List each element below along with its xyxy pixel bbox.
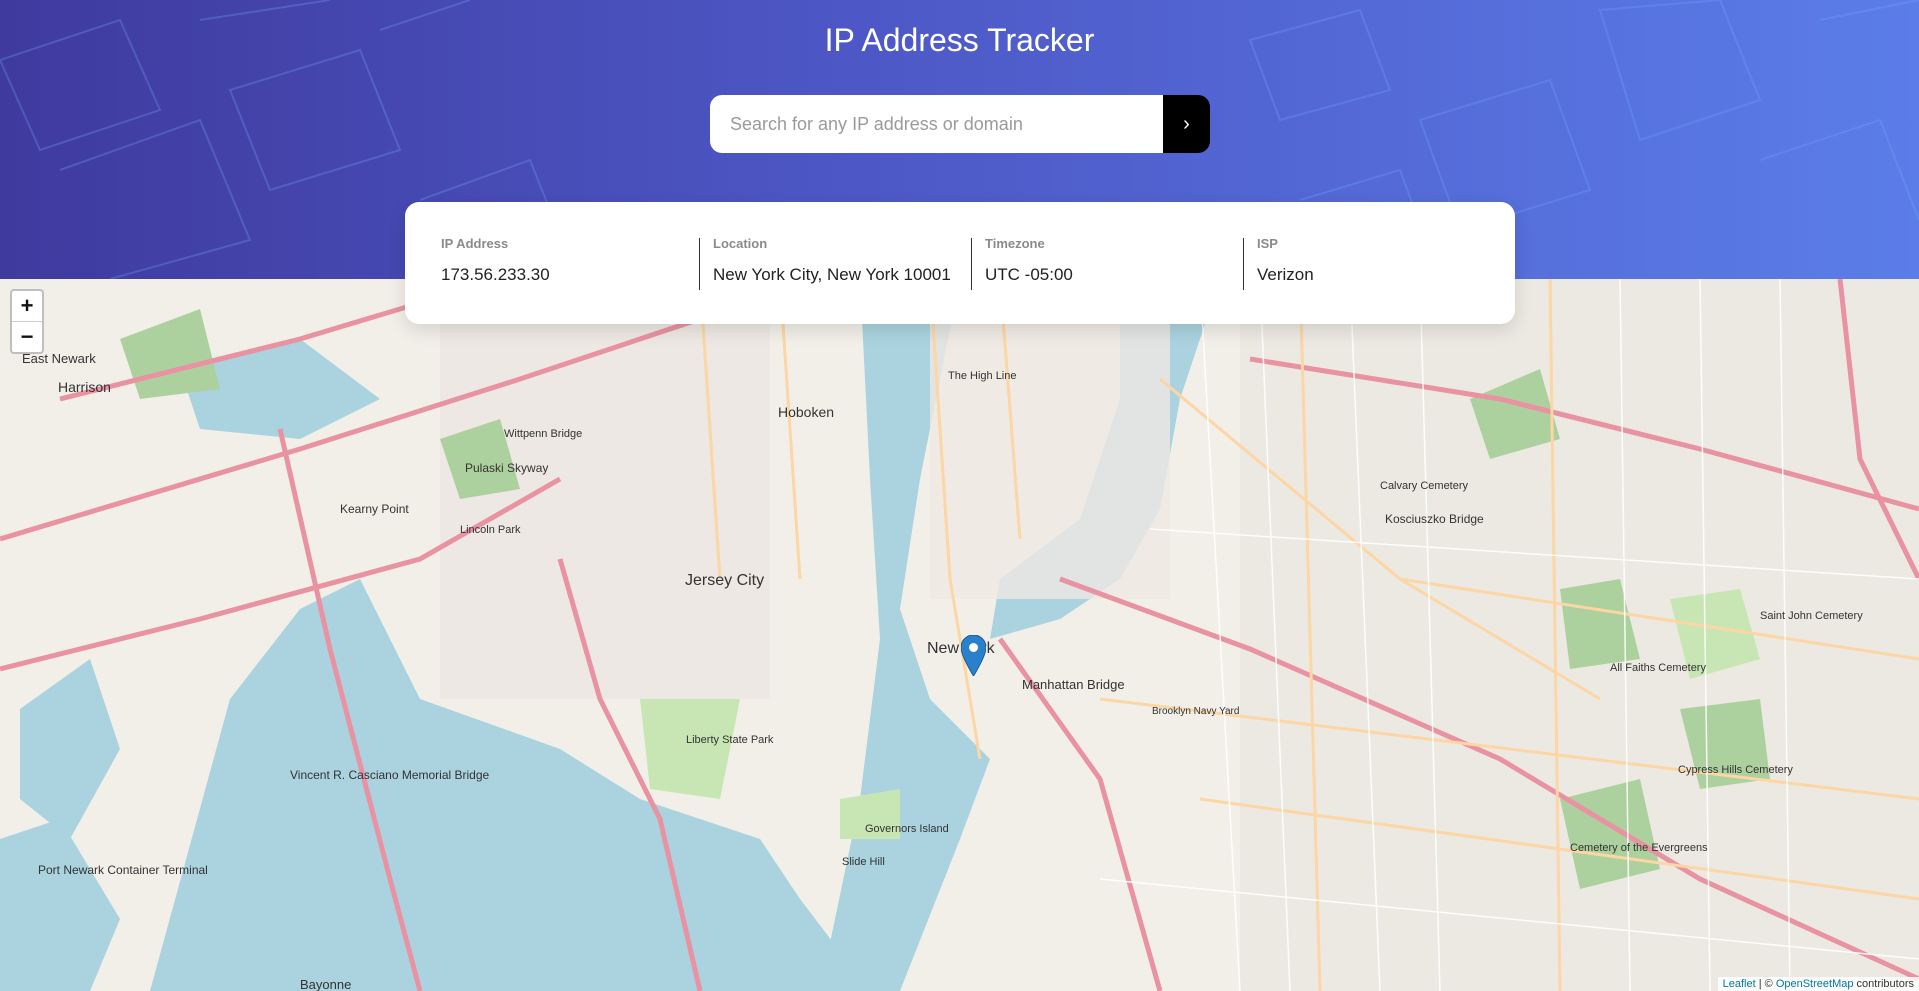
- map-attribution: Leaflet | © OpenStreetMap contributors: [1717, 977, 1919, 991]
- map-label-lincoln: Lincoln Park: [460, 524, 521, 536]
- isp-value: Verizon: [1257, 265, 1314, 284]
- map-label-vincent: Vincent R. Casciano Memorial Bridge: [290, 768, 490, 782]
- ip-label: IP Address: [441, 236, 509, 251]
- search-button[interactable]: ›: [1163, 95, 1210, 153]
- map-label-wittpenn: Wittpenn Bridge: [504, 428, 582, 440]
- map-label-port-newark: Port Newark Container Terminal: [38, 863, 208, 877]
- timezone-label: Timezone: [985, 236, 1045, 251]
- location-marker-icon[interactable]: [961, 635, 986, 676]
- map-label-pulaski: Pulaski Skyway: [465, 461, 548, 475]
- map-label-bayonne: Bayonne: [300, 977, 351, 991]
- map-label-manhattan-bridge: Manhattan Bridge: [1022, 677, 1125, 692]
- map-label-governors: Governors Island: [865, 823, 949, 835]
- page-title: IP Address Tracker: [824, 22, 1095, 58]
- openstreetmap-link[interactable]: OpenStreetMap: [1776, 978, 1854, 990]
- location-label: Location: [713, 236, 768, 251]
- map-label-all-faiths: All Faiths Cemetery: [1610, 662, 1706, 674]
- ip-value: 173.56.233.30: [441, 265, 550, 284]
- map-label-calvary: Calvary Cemetery: [1380, 480, 1469, 492]
- map-label-kosciuszko: Kosciuszko Bridge: [1385, 512, 1484, 526]
- ip-cell: IP Address 173.56.233.30: [405, 202, 699, 324]
- map-label-liberty: Liberty State Park: [686, 734, 774, 746]
- attribution-suffix: contributors: [1853, 978, 1914, 990]
- map[interactable]: East Newark Harrison Hoboken Jersey City…: [0, 279, 1919, 991]
- zoom-in-button[interactable]: +: [12, 291, 42, 321]
- map-label-harrison: Harrison: [58, 379, 111, 395]
- map-tiles: East Newark Harrison Hoboken Jersey City…: [0, 279, 1919, 991]
- map-label-kearny: Kearny Point: [340, 502, 409, 516]
- map-label-slide-hill: Slide Hill: [842, 856, 885, 868]
- timezone-cell: Timezone UTC -05:00: [971, 202, 1243, 324]
- isp-label: ISP: [1257, 236, 1278, 251]
- map-label-high-line: The High Line: [948, 370, 1017, 382]
- isp-cell: ISP Verizon: [1243, 202, 1515, 324]
- map-label-brooklyn-navy: Brooklyn Navy Yard: [1152, 706, 1239, 717]
- map-label-saint-john: Saint John Cemetery: [1760, 610, 1863, 622]
- search-input[interactable]: [710, 95, 1163, 153]
- attribution-separator: | ©: [1755, 978, 1776, 990]
- location-cell: Location New York City, New York 10001: [699, 202, 971, 324]
- map-label-hoboken: Hoboken: [778, 404, 834, 420]
- map-label-cypress: Cypress Hills Cemetery: [1678, 764, 1793, 776]
- timezone-value: UTC -05:00: [985, 265, 1073, 284]
- chevron-right-icon: ›: [1183, 112, 1190, 135]
- map-label-jersey-city: Jersey City: [685, 572, 764, 589]
- map-label-evergreens: Cemetery of the Evergreens: [1570, 842, 1708, 854]
- search-bar: ›: [710, 95, 1210, 153]
- info-panel: IP Address 173.56.233.30 Location New Yo…: [405, 202, 1515, 324]
- zoom-control: + −: [10, 289, 44, 354]
- location-value: New York City, New York 10001: [713, 265, 951, 284]
- zoom-out-button[interactable]: −: [12, 321, 42, 352]
- leaflet-link[interactable]: Leaflet: [1723, 978, 1756, 990]
